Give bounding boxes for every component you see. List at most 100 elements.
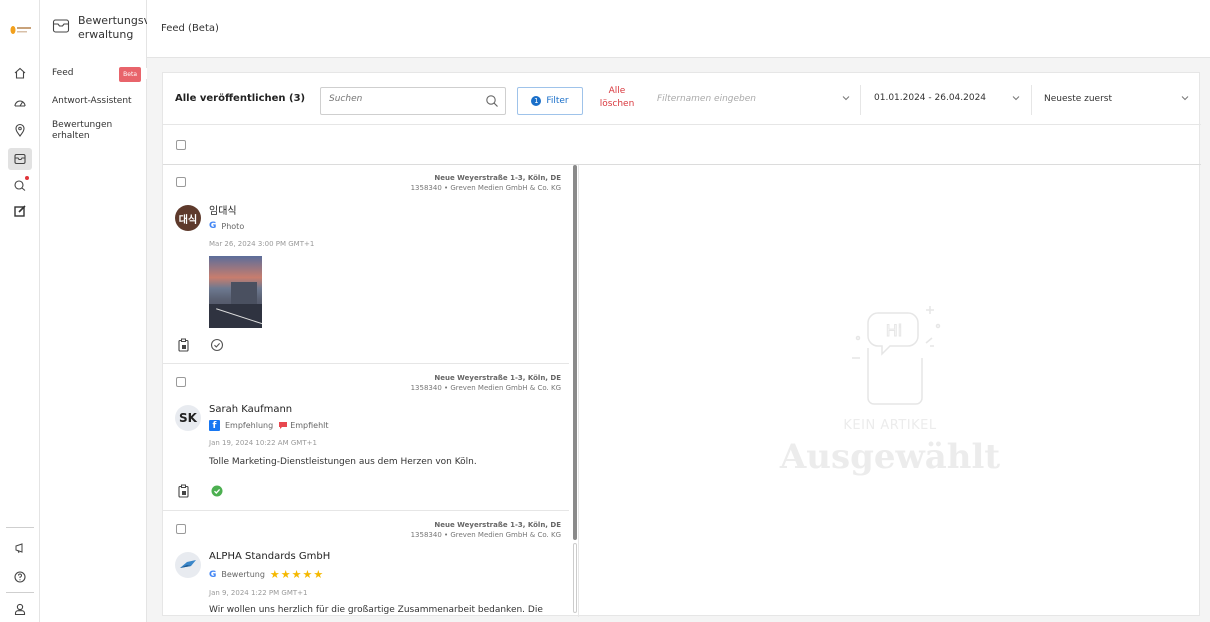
avatar: 대식: [175, 205, 201, 231]
filter-name-input[interactable]: Filternamen eingeben: [657, 94, 756, 104]
help-icon[interactable]: [8, 566, 32, 588]
avatar-initials: 대식: [178, 214, 198, 226]
clear-all-button[interactable]: Alle löschen: [597, 85, 637, 111]
search-box[interactable]: [320, 87, 506, 115]
review-text: Tolle Marketing-Dienstleistungen aus dem…: [209, 457, 477, 467]
nav-item-bewertungen-erhalten[interactable]: Bewertungen erhalten: [40, 120, 147, 142]
reviewer-name: 임대식: [209, 206, 237, 217]
toolbar-divider: [1031, 85, 1032, 115]
nav-item-label: Bewertungen: [52, 120, 113, 130]
location-info: Neue Weyerstraße 1-3, Köln, DE 1358340 •…: [411, 520, 561, 540]
review-type: Empfehlung: [225, 421, 274, 430]
list-item[interactable]: Neue Weyerstraße 1-3, Köln, DE 1358340 •…: [163, 165, 569, 364]
toolbar-divider: [860, 85, 861, 115]
chevron-down-icon[interactable]: [1180, 93, 1190, 106]
location-info: Neue Weyerstraße 1-3, Köln, DE 1358340 •…: [411, 373, 561, 393]
home-icon[interactable]: [8, 62, 32, 84]
edit-icon[interactable]: [8, 200, 32, 222]
reviewer-name: Sarah Kaufmann: [209, 404, 293, 415]
app-header: Bewertungsv erwaltung: [40, 0, 151, 55]
notification-dot: [25, 176, 29, 180]
check-circle-icon[interactable]: [210, 338, 224, 355]
recommendation-label: Empfiehlt: [290, 421, 329, 430]
account-info: 1358340 • Greven Medien GmbH & Co. KG: [410, 531, 561, 539]
account-info: 1358340 • Greven Medien GmbH & Co. KG: [410, 384, 561, 392]
recommend-bubble-icon: [279, 422, 288, 429]
clear-all-line1: Alle: [608, 86, 626, 96]
review-date: Mar 26, 2024 3:00 PM GMT+1: [209, 240, 315, 248]
star-rating: ★★★★★: [269, 568, 325, 581]
no-item-illustration: Hi: [852, 306, 941, 405]
scrollbar-track[interactable]: [573, 543, 577, 613]
item-checkbox[interactable]: [176, 524, 186, 534]
google-icon: G: [209, 221, 217, 231]
chevron-down-icon[interactable]: [841, 93, 851, 106]
review-photo[interactable]: [209, 256, 262, 328]
dashboard-icon[interactable]: [8, 92, 32, 114]
alpha-logo-icon: [180, 560, 196, 568]
review-date: Jan 19, 2024 10:22 AM GMT+1: [209, 439, 317, 447]
google-icon: G: [209, 569, 217, 580]
date-range-select[interactable]: 01.01.2024 - 26.04.2024: [874, 93, 986, 103]
review-source: G Photo: [209, 221, 244, 231]
select-all-checkbox[interactable]: [176, 140, 186, 150]
greven-logo[interactable]: [10, 24, 32, 36]
page-title: Feed (Beta): [161, 23, 219, 34]
hi-bubble-text: Hi: [886, 321, 902, 340]
search-input[interactable]: [329, 94, 479, 104]
reviews-inbox-icon[interactable]: [8, 148, 32, 170]
review-inbox-icon: [52, 17, 70, 38]
facebook-icon: f: [209, 420, 220, 431]
chevron-down-icon[interactable]: [1011, 93, 1021, 106]
chat-search-icon[interactable]: [8, 174, 32, 196]
location-pin-icon[interactable]: [8, 119, 32, 141]
nav-item-label: erhalten: [52, 131, 90, 141]
location-info: Neue Weyerstraße 1-3, Köln, DE 1358340 •…: [411, 173, 561, 193]
user-icon[interactable]: [8, 598, 32, 620]
empty-state: Hi KEIN ARTIKEL Ausgewählt: [580, 165, 1200, 617]
list-item[interactable]: Neue Weyerstraße 1-3, Köln, DE 1358340 •…: [163, 365, 569, 511]
item-checkbox[interactable]: [176, 177, 186, 187]
item-actions: [177, 338, 224, 355]
review-text: Wir wollen uns herzlich für die großarti…: [209, 605, 543, 615]
empty-state-label: KEIN ARTIKEL: [843, 418, 937, 433]
filter-label: Filter: [546, 96, 569, 106]
app-title: Bewertungsv erwaltung: [78, 13, 151, 42]
rail-divider: [6, 527, 34, 528]
recommendation: Empfiehlt: [278, 421, 329, 430]
nav-item-antwort-assistent[interactable]: Antwort-Assistent: [40, 96, 147, 107]
scrollbar-thumb[interactable]: [573, 165, 577, 540]
sort-select[interactable]: Neueste zuerst: [1044, 94, 1112, 104]
review-type: Bewertung: [221, 570, 265, 579]
nav-item-label: Feed: [52, 68, 74, 78]
app-title-line1: Bewertungsv: [78, 13, 151, 27]
clear-all-line2: löschen: [599, 99, 635, 109]
nav-item-label: Antwort-Assistent: [52, 96, 132, 106]
megaphone-icon[interactable]: [8, 537, 32, 559]
rail-divider-bottom: [6, 592, 34, 593]
search-icon[interactable]: [485, 94, 499, 111]
sub-navigation: Bewertungsv erwaltung Feed Beta Antwort-…: [40, 0, 151, 622]
avatar: SK: [175, 405, 201, 431]
select-all-row: [163, 125, 1201, 165]
beta-badge: Beta: [119, 67, 141, 82]
check-circle-filled-icon[interactable]: [210, 484, 224, 501]
location-address: Neue Weyerstraße 1-3, Köln, DE: [434, 374, 561, 382]
clipboard-icon[interactable]: [177, 484, 190, 501]
item-checkbox[interactable]: [176, 377, 186, 387]
feed-toolbar: Alle veröffentlichen (3) 1 Filter Alle l…: [163, 73, 1201, 125]
top-bar: Feed (Beta): [147, 0, 1210, 58]
list-item[interactable]: Neue Weyerstraße 1-3, Köln, DE 1358340 •…: [163, 512, 569, 617]
review-list: Neue Weyerstraße 1-3, Köln, DE 1358340 •…: [163, 165, 579, 617]
review-type: Photo: [221, 221, 245, 231]
icon-rail: [0, 0, 40, 622]
feed-count-title: Alle veröffentlichen (3): [175, 93, 306, 104]
filter-button[interactable]: 1 Filter: [517, 87, 583, 115]
reviewer-name: ALPHA Standards GmbH: [209, 551, 331, 562]
review-date: Jan 9, 2024 1:22 PM GMT+1: [209, 589, 308, 597]
feed-panel: Alle veröffentlichen (3) 1 Filter Alle l…: [162, 72, 1201, 617]
location-address: Neue Weyerstraße 1-3, Köln, DE: [434, 174, 561, 182]
clipboard-icon[interactable]: [177, 338, 190, 355]
nav-item-feed[interactable]: Feed Beta: [40, 67, 147, 82]
avatar-initials: SK: [179, 411, 197, 425]
